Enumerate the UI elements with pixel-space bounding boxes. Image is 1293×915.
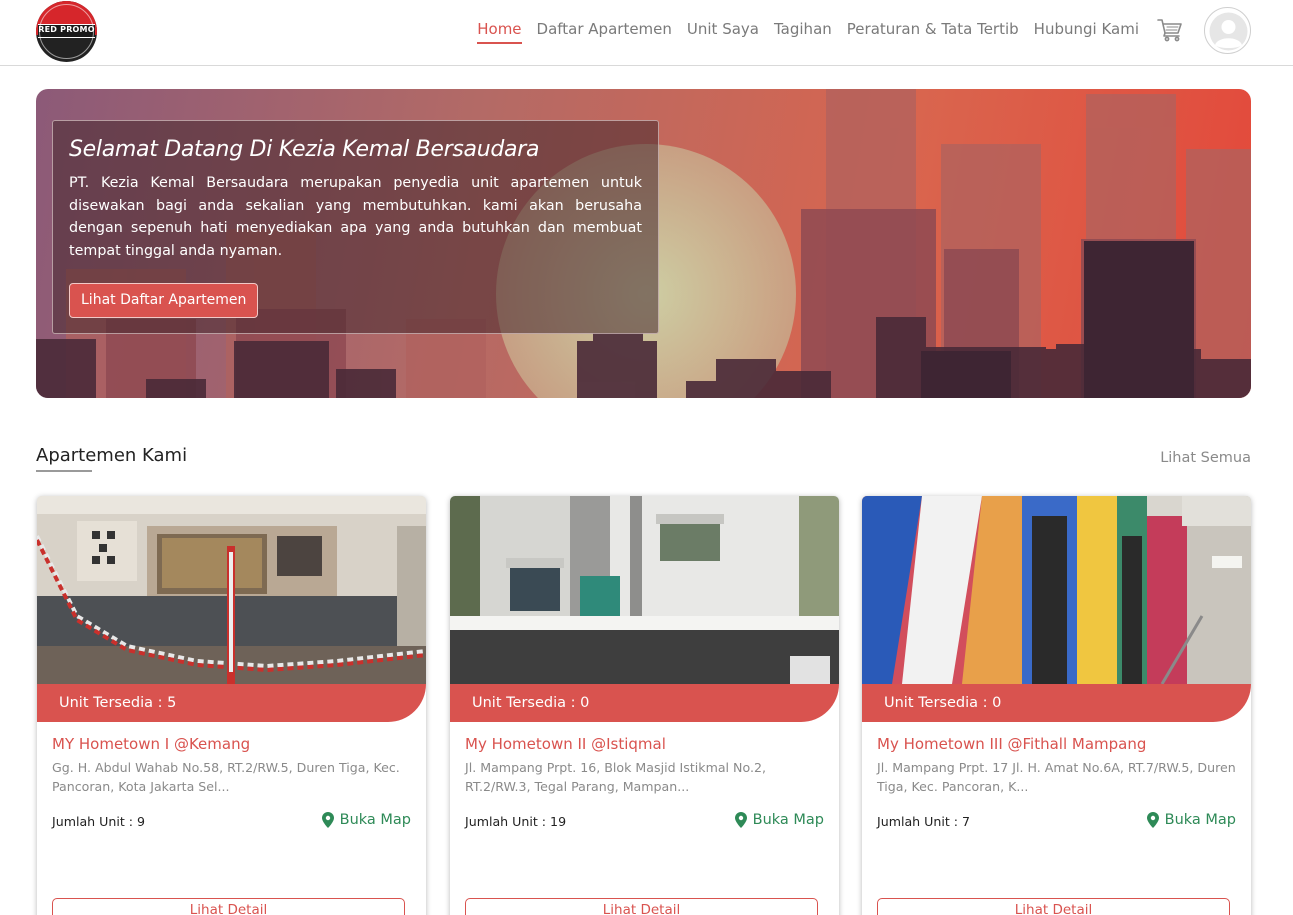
- map-pin-icon: [734, 812, 747, 828]
- apartment-name[interactable]: My Hometown II @Istiqmal: [465, 735, 666, 753]
- open-map-link[interactable]: Buka Map: [734, 812, 824, 828]
- nav-daftar-apartemen[interactable]: Daftar Apartemen: [537, 20, 672, 44]
- apartment-card: Unit Tersedia : 0 My Hometown II @Istiqm…: [450, 496, 839, 915]
- apartment-name[interactable]: MY Hometown I @Kemang: [52, 735, 250, 753]
- apartment-photo[interactable]: [862, 496, 1251, 684]
- hero-welcome-card: Selamat Datang Di Kezia Kemal Bersaudara…: [52, 120, 659, 334]
- available-units-badge: Unit Tersedia : 0: [862, 684, 1251, 722]
- total-units: Jumlah Unit : 9: [52, 814, 146, 829]
- logo-ring: [39, 4, 94, 59]
- apartment-card: Unit Tersedia : 0 My Hometown III @Fitha…: [862, 496, 1251, 915]
- top-navbar: RED PROMO Home Daftar Apartemen Unit Say…: [0, 0, 1293, 66]
- nav-home[interactable]: Home: [477, 20, 522, 44]
- see-all-link[interactable]: Lihat Semua: [1160, 450, 1251, 466]
- section-title: Apartemen Kami: [36, 445, 188, 466]
- view-detail-button[interactable]: Lihat Detail: [52, 898, 405, 915]
- map-pin-icon: [321, 812, 334, 828]
- view-detail-button[interactable]: Lihat Detail: [465, 898, 818, 915]
- total-units: Jumlah Unit : 19: [465, 814, 567, 829]
- brand-logo[interactable]: RED PROMO: [36, 1, 97, 62]
- open-map-label: Buka Map: [752, 812, 824, 828]
- hero-title: Selamat Datang Di Kezia Kemal Bersaudara: [69, 137, 540, 162]
- view-apartment-list-button[interactable]: Lihat Daftar Apartemen: [69, 283, 259, 318]
- view-detail-button[interactable]: Lihat Detail: [877, 898, 1230, 915]
- hero-banner: Selamat Datang Di Kezia Kemal Bersaudara…: [36, 89, 1251, 398]
- cart-icon[interactable]: [1157, 18, 1183, 42]
- apartment-address: Jl. Mampang Prpt. 16, Blok Masjid Istikm…: [465, 760, 766, 794]
- apartment-card: Unit Tersedia : 5 MY Hometown I @Kemang …: [37, 496, 426, 915]
- open-map-link[interactable]: Buka Map: [321, 812, 411, 828]
- main-nav: Home Daftar Apartemen Unit Saya Tagihan …: [462, 20, 1139, 44]
- nav-peraturan[interactable]: Peraturan & Tata Tertib: [847, 20, 1019, 44]
- open-map-label: Buka Map: [339, 812, 411, 828]
- open-map-label: Buka Map: [1164, 812, 1236, 828]
- apartment-name[interactable]: My Hometown III @Fithall Mampang: [877, 735, 1146, 753]
- available-units-badge: Unit Tersedia : 5: [37, 684, 426, 722]
- nav-unit-saya[interactable]: Unit Saya: [687, 20, 759, 44]
- hero-description: PT. Kezia Kemal Bersaudara merupakan pen…: [69, 175, 642, 259]
- available-units-badge: Unit Tersedia : 0: [450, 684, 839, 722]
- nav-hubungi-kami[interactable]: Hubungi Kami: [1034, 20, 1139, 44]
- map-pin-icon: [1146, 812, 1159, 828]
- apartment-photo[interactable]: [450, 496, 839, 684]
- apartment-photo[interactable]: [37, 496, 426, 684]
- apartment-address: Jl. Mampang Prpt. 17 Jl. H. Amat No.6A, …: [877, 760, 1236, 794]
- nav-tagihan[interactable]: Tagihan: [774, 20, 832, 44]
- apartment-address: Gg. H. Abdul Wahab No.58, RT.2/RW.5, Dur…: [52, 760, 400, 794]
- total-units: Jumlah Unit : 7: [877, 814, 971, 829]
- section-title-underline: [36, 470, 92, 472]
- open-map-link[interactable]: Buka Map: [1146, 812, 1236, 828]
- user-avatar-icon[interactable]: [1204, 7, 1251, 54]
